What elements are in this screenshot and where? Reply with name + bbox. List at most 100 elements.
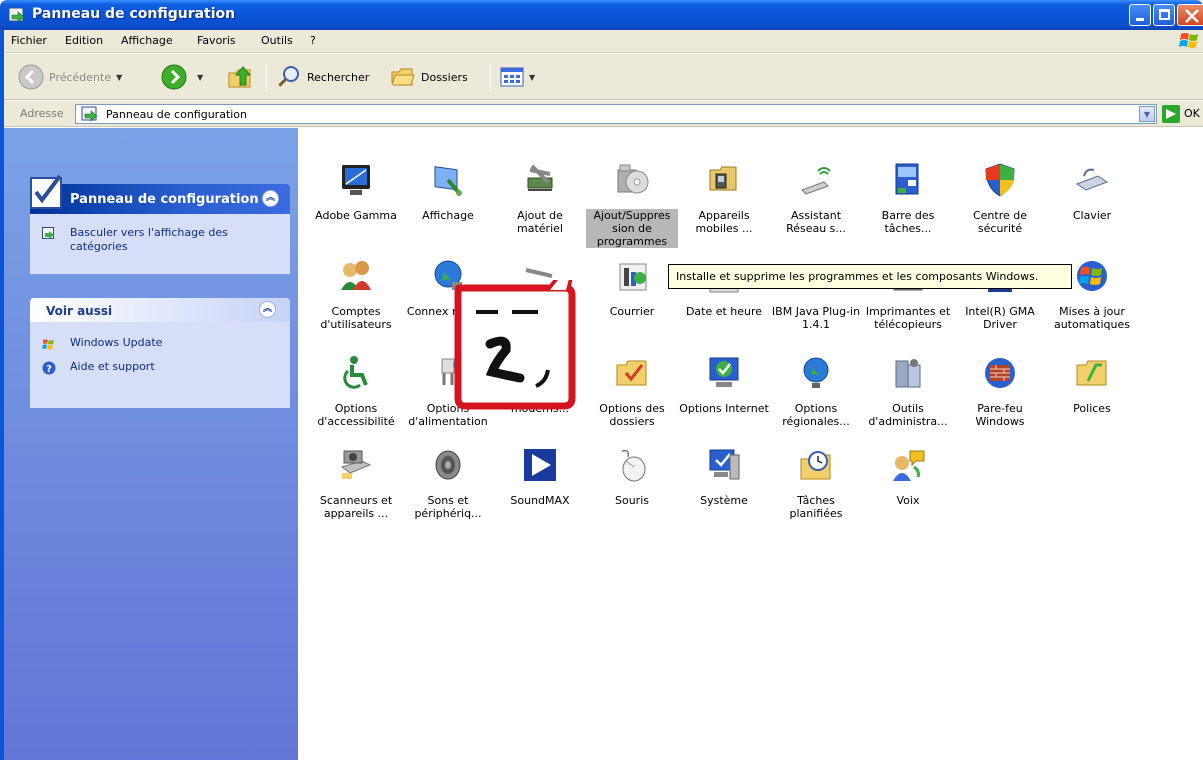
user-accounts-icon: [341, 261, 371, 290]
see-also-header[interactable]: Voir aussi ︽: [30, 298, 290, 322]
toolbar: Précédente ▼ ▼ Rechercher Dossiers ▼: [4, 54, 1203, 100]
item-options-regionales[interactable]: Options régionales...: [770, 355, 862, 435]
item-souris[interactable]: Souris: [586, 447, 678, 527]
admin-tools-icon: [895, 359, 921, 388]
address-input[interactable]: Panneau de configuration ▼: [75, 104, 1157, 124]
address-label: Adresse: [20, 107, 64, 120]
scheduled-tasks-icon: [800, 451, 831, 480]
item-assistant-reseau[interactable]: Assistant Réseau s...: [770, 162, 862, 242]
control-panel-icon: [42, 227, 54, 239]
soundmax-icon: [524, 449, 556, 481]
add-remove-programs-icon: [617, 164, 649, 194]
address-bar: Adresse Panneau de configuration ▼ OK: [4, 101, 1203, 127]
address-dropdown-icon[interactable]: ▼: [1139, 106, 1155, 122]
item-adobe-gamma[interactable]: Adobe Gamma: [310, 162, 402, 242]
toolbar-separator: [490, 64, 491, 92]
item-pare-feu[interactable]: Pare-feu Windows: [954, 355, 1046, 435]
windows-update-link[interactable]: Windows Update: [42, 336, 272, 352]
help-support-link[interactable]: ? Aide et support: [42, 360, 272, 376]
automatic-updates-icon: [1077, 261, 1107, 291]
firewall-icon: [985, 358, 1015, 388]
menu-edition[interactable]: Edition: [65, 34, 103, 47]
switch-category-view-link[interactable]: Basculer vers l'affichage des catégories: [42, 226, 282, 256]
item-options-dossiers[interactable]: Options des dossiers: [586, 355, 678, 435]
menu-help[interactable]: ?: [310, 34, 316, 47]
collapse-chevron-icon[interactable]: ︽: [259, 301, 276, 318]
item-options-accessibilite[interactable]: Options d'accessibilité: [310, 355, 402, 435]
wireless-network-icon: [801, 167, 831, 195]
minimize-icon: [1136, 18, 1144, 21]
forward-arrow-icon: [161, 64, 187, 90]
control-panel-icon: [81, 106, 98, 122]
window-title: Panneau de configuration: [32, 6, 236, 22]
item-centre-securite[interactable]: Centre de sécurité: [954, 162, 1046, 242]
windows-logo-icon: [1179, 33, 1198, 48]
system-icon: [709, 449, 740, 480]
section-header[interactable]: Panneau de configuration ︽: [30, 184, 290, 214]
menu-bar: Fichier Edition Affichage Favoris Outils…: [4, 30, 1203, 53]
control-panel-large-icon: [30, 174, 62, 209]
menu-outils[interactable]: Outils: [261, 34, 293, 47]
forward-button[interactable]: ▼: [161, 62, 203, 92]
back-button[interactable]: Précédente ▼: [18, 62, 122, 92]
search-icon: [277, 66, 299, 88]
accessibility-icon: [343, 356, 368, 389]
item-voix[interactable]: Voix: [862, 447, 954, 527]
menu-fichier[interactable]: Fichier: [11, 34, 47, 47]
folders-button[interactable]: Dossiers: [390, 62, 468, 92]
speech-icon: [893, 450, 925, 481]
item-barre-des-taches[interactable]: Barre des tâches...: [862, 162, 954, 242]
item-ajout-suppression-programmes[interactable]: Ajout/Suppres sion de programmes: [586, 162, 678, 248]
item-clavier[interactable]: Clavier: [1046, 162, 1138, 242]
maximize-button[interactable]: [1153, 4, 1175, 26]
item-taches-planifiees[interactable]: Tâches planifiées: [770, 447, 862, 527]
control-panel-icon: [8, 7, 25, 23]
up-folder-icon[interactable]: [226, 63, 256, 91]
item-scanneurs[interactable]: Scanneurs et appareils ...: [310, 447, 402, 527]
speech-bubble-overlay: [454, 280, 576, 410]
item-ajout-materiel[interactable]: Ajout de matériel: [494, 162, 586, 242]
item-options-internet[interactable]: Options Internet: [678, 355, 770, 435]
go-button[interactable]: OK: [1184, 107, 1200, 120]
item-appareils-mobiles[interactable]: Appareils mobiles ...: [678, 162, 770, 242]
toolbar-separator: [266, 64, 267, 92]
forward-dropdown-icon[interactable]: ▼: [197, 73, 203, 82]
search-button[interactable]: Rechercher: [276, 62, 369, 92]
menu-favoris[interactable]: Favoris: [197, 34, 236, 47]
title-bar: Panneau de configuration: [0, 0, 1203, 30]
scanner-camera-icon: [340, 450, 372, 479]
item-comptes-utilisateurs[interactable]: Comptes d'utilisateurs: [310, 258, 402, 338]
go-arrow-icon[interactable]: [1162, 105, 1180, 123]
fonts-folder-icon: [1076, 360, 1107, 386]
hardware-icon: [527, 164, 553, 191]
help-icon: ?: [42, 361, 56, 375]
item-affichage[interactable]: Affichage: [402, 162, 494, 242]
views-icon: [500, 67, 524, 87]
item-sons-peripheriques[interactable]: Sons et périphériq...: [402, 447, 494, 527]
mobile-devices-icon: [709, 166, 737, 191]
display-icon: [434, 166, 462, 196]
views-button[interactable]: ▼: [500, 62, 535, 92]
security-shield-icon: [985, 163, 1015, 197]
menu-affichage[interactable]: Affichage: [121, 34, 173, 47]
see-also-section: Voir aussi ︽ Windows Update ? Aide et su…: [30, 298, 290, 408]
minimize-button[interactable]: [1129, 4, 1151, 26]
close-button[interactable]: [1177, 4, 1203, 26]
collapse-chevron-icon[interactable]: ︽: [262, 190, 279, 207]
views-dropdown-icon[interactable]: ▼: [529, 73, 535, 82]
monitor-icon: [342, 165, 370, 195]
svg-text:?: ?: [46, 364, 52, 375]
item-systeme[interactable]: Système: [678, 447, 770, 527]
back-arrow-icon: [18, 64, 44, 90]
item-polices[interactable]: Polices: [1046, 355, 1138, 435]
item-courrier[interactable]: Courrier: [586, 258, 678, 338]
item-soundmax[interactable]: SoundMAX: [494, 447, 586, 527]
back-dropdown-icon[interactable]: ▼: [116, 73, 122, 82]
tooltip: Installe et supprime les programmes et l…: [668, 264, 1072, 289]
mouse-icon: [621, 449, 646, 482]
folders-icon: [391, 68, 415, 86]
folder-options-icon: [616, 360, 647, 386]
item-outils-administration[interactable]: Outils d'administra...: [862, 355, 954, 435]
task-pane: Panneau de configuration ︽ Basculer vers…: [4, 128, 298, 760]
internet-options-icon: [709, 357, 739, 387]
